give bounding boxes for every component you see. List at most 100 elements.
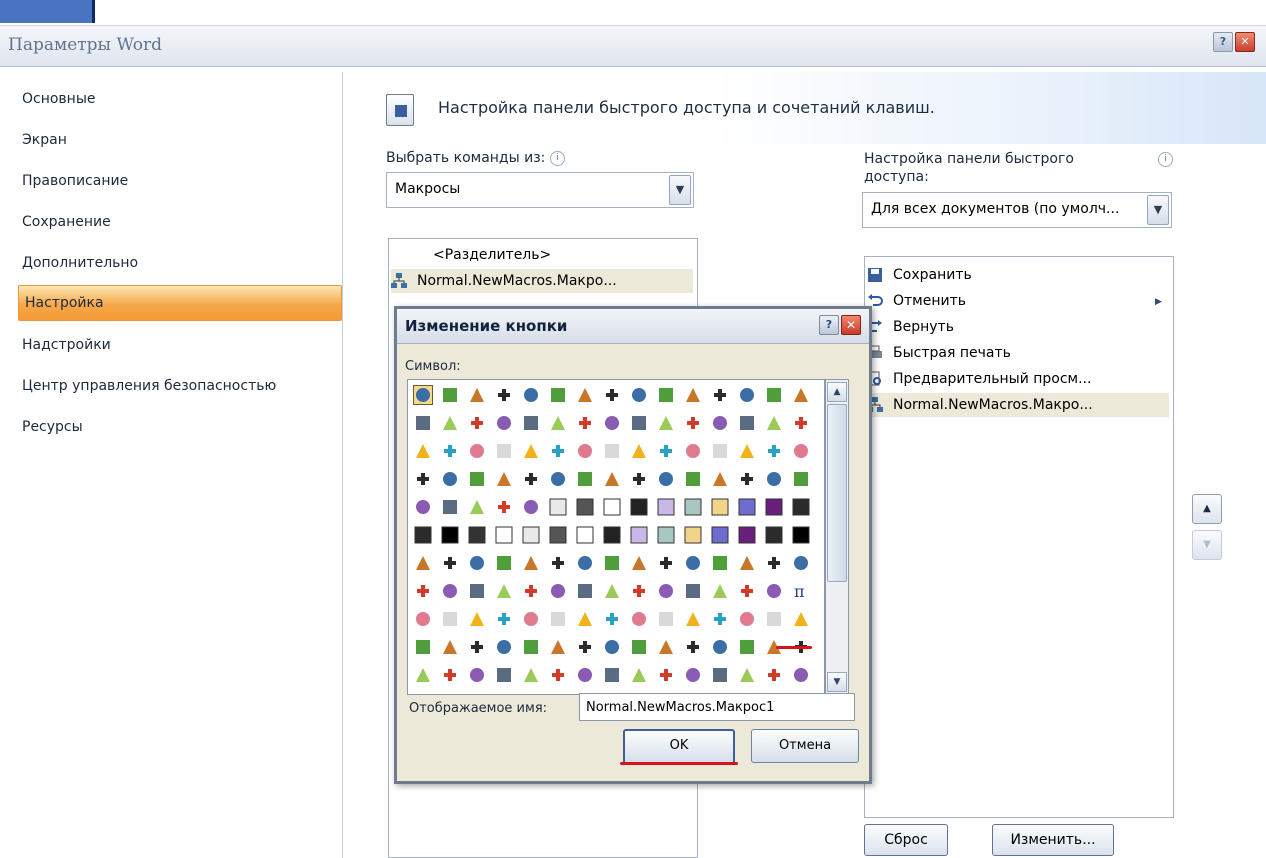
symbol-cell[interactable] xyxy=(549,442,567,460)
symbol-grid[interactable]: π xyxy=(407,379,825,695)
symbol-cell[interactable] xyxy=(657,386,675,404)
symbol-cell[interactable] xyxy=(441,610,459,628)
symbol-cell[interactable] xyxy=(603,442,621,460)
sidebar-item-trust-center[interactable]: Центр управления безопасностью xyxy=(22,369,340,403)
symbol-cell[interactable] xyxy=(414,610,432,628)
symbol-cell[interactable] xyxy=(495,526,513,544)
symbol-cell[interactable] xyxy=(684,554,702,572)
symbol-cell[interactable] xyxy=(522,666,540,684)
symbol-cell[interactable] xyxy=(414,442,432,460)
symbol-cell[interactable] xyxy=(468,526,486,544)
symbol-cell[interactable] xyxy=(657,666,675,684)
symbol-cell[interactable] xyxy=(468,638,486,656)
symbol-cell[interactable] xyxy=(711,582,729,600)
symbol-cell[interactable] xyxy=(414,554,432,572)
symbol-cell[interactable] xyxy=(630,610,648,628)
symbol-cell[interactable] xyxy=(495,470,513,488)
symbol-cell[interactable] xyxy=(522,638,540,656)
symbol-cell[interactable] xyxy=(765,666,783,684)
symbol-cell[interactable] xyxy=(657,414,675,432)
chevron-down-icon[interactable]: ▼ xyxy=(669,175,691,205)
symbol-cell[interactable] xyxy=(468,386,486,404)
sidebar-item-customize[interactable]: Настройка xyxy=(18,285,342,321)
symbol-cell[interactable] xyxy=(549,414,567,432)
symbol-cell[interactable] xyxy=(413,385,433,405)
symbol-cell[interactable] xyxy=(576,666,594,684)
symbol-cell[interactable] xyxy=(765,498,783,516)
symbol-cell[interactable] xyxy=(738,470,756,488)
symbol-cell[interactable] xyxy=(792,526,810,544)
symbol-cell[interactable]: π xyxy=(792,582,810,601)
symbol-cell[interactable] xyxy=(684,470,702,488)
symbol-cell[interactable] xyxy=(414,582,432,600)
help-button[interactable]: ? xyxy=(1213,32,1233,52)
list-item[interactable]: Предварительный просм... xyxy=(867,367,1169,391)
symbol-cell[interactable] xyxy=(765,610,783,628)
symbol-cell[interactable] xyxy=(603,386,621,404)
symbol-cell[interactable] xyxy=(657,554,675,572)
ok-button[interactable]: OK xyxy=(623,729,735,765)
symbol-cell[interactable] xyxy=(414,638,432,656)
symbol-cell[interactable] xyxy=(738,498,756,516)
symbol-cell[interactable] xyxy=(684,498,702,516)
symbol-cell[interactable] xyxy=(765,582,783,600)
symbol-cell[interactable] xyxy=(765,554,783,572)
symbol-cell[interactable] xyxy=(630,666,648,684)
sidebar-item-basic[interactable]: Основные xyxy=(22,82,340,116)
dialog-help-button[interactable]: ? xyxy=(819,315,839,335)
sidebar-item-save[interactable]: Сохранение xyxy=(22,205,340,239)
symbol-cell[interactable] xyxy=(549,470,567,488)
symbol-cell[interactable] xyxy=(441,386,459,404)
symbol-cell[interactable] xyxy=(576,470,594,488)
symbol-cell[interactable] xyxy=(630,498,648,516)
symbol-cell[interactable] xyxy=(576,554,594,572)
symbol-cell[interactable] xyxy=(468,666,486,684)
symbol-cell[interactable] xyxy=(738,610,756,628)
symbol-cell[interactable] xyxy=(495,582,513,600)
symbol-cell[interactable] xyxy=(468,414,486,432)
symbol-cell[interactable] xyxy=(576,638,594,656)
symbol-cell[interactable] xyxy=(684,414,702,432)
sidebar-item-proofing[interactable]: Правописание xyxy=(22,164,340,198)
reset-button[interactable]: Сброс xyxy=(864,824,948,856)
symbol-cell[interactable] xyxy=(495,414,513,432)
modify-button[interactable]: Изменить... xyxy=(992,824,1114,856)
sidebar-item-display[interactable]: Экран xyxy=(22,123,340,157)
symbol-cell[interactable] xyxy=(522,582,540,600)
symbol-cell[interactable] xyxy=(414,470,432,488)
symbol-cell[interactable] xyxy=(657,526,675,544)
symbol-cell[interactable] xyxy=(522,386,540,404)
symbol-cell[interactable] xyxy=(603,582,621,600)
symbol-cell[interactable] xyxy=(630,442,648,460)
symbol-cell[interactable] xyxy=(522,414,540,432)
symbol-cell[interactable] xyxy=(684,386,702,404)
list-item[interactable]: Отменить xyxy=(867,289,1169,313)
display-name-input[interactable]: Normal.NewMacros.Макрос1 xyxy=(579,693,855,721)
symbol-cell[interactable] xyxy=(549,610,567,628)
close-button[interactable]: ✕ xyxy=(1235,32,1255,52)
symbol-cell[interactable] xyxy=(684,526,702,544)
symbol-cell[interactable] xyxy=(603,638,621,656)
symbol-cell[interactable] xyxy=(738,638,756,656)
scroll-down-icon[interactable]: ▼ xyxy=(827,672,847,692)
symbol-cell[interactable] xyxy=(711,610,729,628)
symbol-scrollbar[interactable]: ▲ ▼ xyxy=(825,379,849,695)
symbol-cell[interactable] xyxy=(711,414,729,432)
symbol-cell[interactable] xyxy=(468,554,486,572)
list-item[interactable]: Быстрая печать xyxy=(867,341,1169,365)
symbol-cell[interactable] xyxy=(441,414,459,432)
symbol-cell[interactable] xyxy=(630,414,648,432)
symbol-cell[interactable] xyxy=(522,554,540,572)
qat-list[interactable]: Сохранить Отменить Вернуть Быстрая печат… xyxy=(864,256,1174,818)
symbol-cell[interactable] xyxy=(522,498,540,516)
symbol-cell[interactable] xyxy=(495,638,513,656)
symbol-cell[interactable] xyxy=(522,610,540,628)
symbol-cell[interactable] xyxy=(576,582,594,600)
symbol-cell[interactable] xyxy=(657,610,675,628)
symbol-cell[interactable] xyxy=(684,666,702,684)
symbol-cell[interactable] xyxy=(468,470,486,488)
symbol-cell[interactable] xyxy=(441,470,459,488)
sidebar-item-resources[interactable]: Ресурсы xyxy=(22,410,340,444)
symbol-cell[interactable] xyxy=(603,666,621,684)
symbol-cell[interactable] xyxy=(684,610,702,628)
